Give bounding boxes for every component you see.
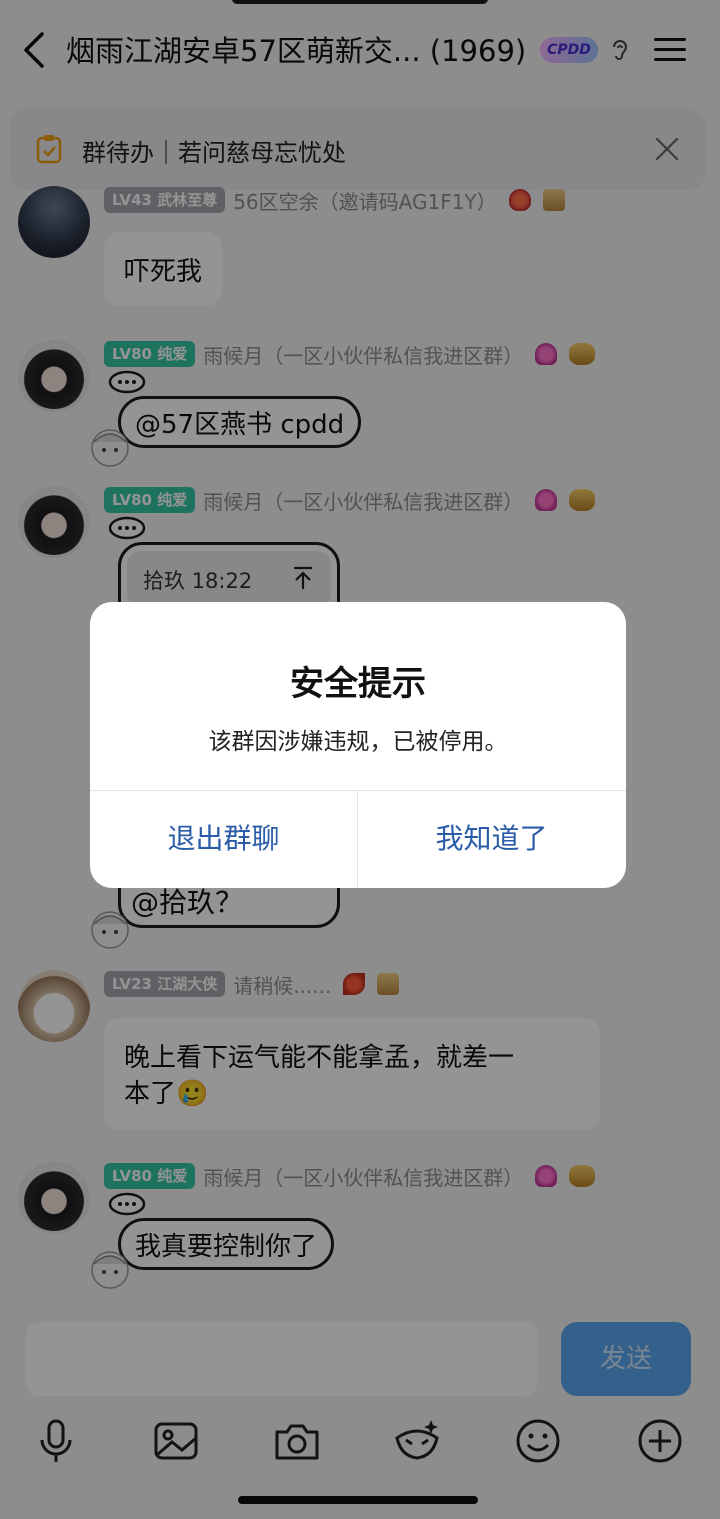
dialog-message: 该群因涉嫌违规，已被停用。: [208, 729, 508, 755]
status-notch: [232, 0, 488, 4]
chat-screen: 烟雨江湖安卓57区萌新交... (1969) CPDD 群待办｜若问慈母忘忧处 …: [0, 0, 720, 1519]
exit-group-button[interactable]: 退出群聊: [90, 790, 357, 888]
security-alert-dialog: 安全提示 该群因涉嫌违规，已被停用。 退出群聊 我知道了: [90, 602, 626, 888]
dialog-title: 安全提示: [290, 664, 426, 704]
acknowledge-button[interactable]: 我知道了: [358, 790, 625, 888]
